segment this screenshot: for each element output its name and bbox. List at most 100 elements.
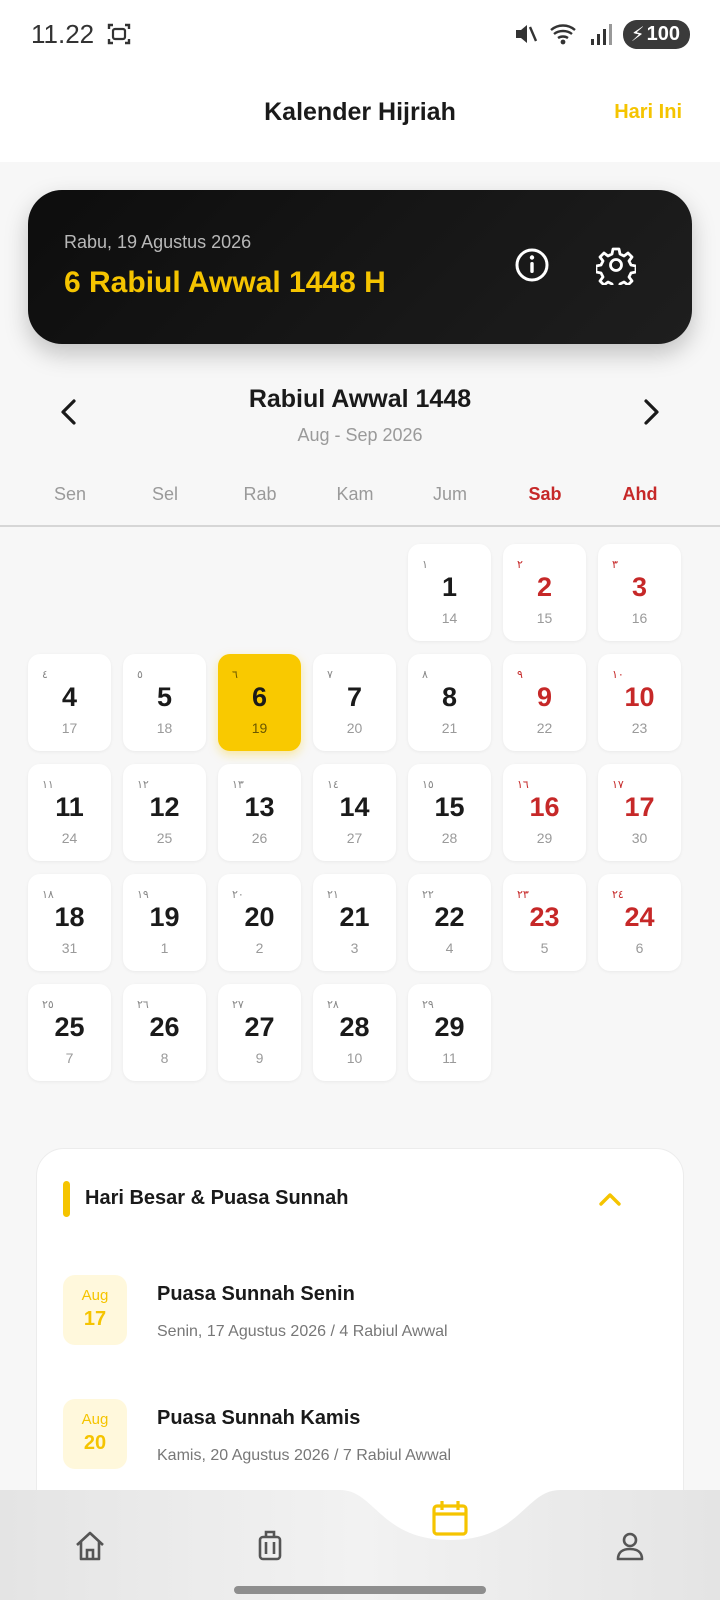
arabic-numeral: ٣: [612, 558, 618, 571]
luggage-icon[interactable]: [252, 1528, 288, 1564]
arabic-numeral: ٢٩: [422, 998, 434, 1011]
chevron-up-icon[interactable]: [595, 1185, 625, 1215]
calendar-day[interactable]: ٢٦ 26 8: [123, 984, 206, 1081]
gregorian-day-number: 23: [631, 720, 648, 736]
hijri-day-number: 1: [441, 572, 458, 602]
calendar-day[interactable]: ٢٤ 24 6: [598, 874, 681, 971]
calendar-day[interactable]: ٥ 5 18: [123, 654, 206, 751]
calendar-day[interactable]: ٢ 2 15: [503, 544, 586, 641]
hijri-day-number: 26: [149, 1012, 180, 1042]
hijri-day-number: 12: [149, 792, 180, 822]
arabic-numeral: ٢٥: [42, 998, 54, 1011]
calendar-day[interactable]: ١٠ 10 23: [598, 654, 681, 751]
screenshot-icon: [107, 23, 131, 45]
calendar-day[interactable]: ٤ 4 17: [28, 654, 111, 751]
calendar-day[interactable]: ١٣ 13 26: [218, 764, 301, 861]
profile-icon[interactable]: [612, 1528, 648, 1564]
calendar-day[interactable]: ١٧ 17 30: [598, 764, 681, 861]
arabic-numeral: ١٢: [137, 778, 149, 791]
calendar-day[interactable]: ٢٨ 28 10: [313, 984, 396, 1081]
arabic-numeral: ٦: [232, 668, 238, 681]
calendar-day[interactable]: ١ 1 14: [408, 544, 491, 641]
hijri-day-number: 18: [54, 902, 85, 932]
calendar-day[interactable]: ٩ 9 22: [503, 654, 586, 751]
calendar-day[interactable]: ١١ 11 24: [28, 764, 111, 861]
mute-icon: [515, 25, 537, 43]
gregorian-day-number: 1: [160, 940, 169, 956]
arabic-numeral: ٢٦: [137, 998, 149, 1011]
calendar-day[interactable]: ٨ 8 21: [408, 654, 491, 751]
gregorian-day-number: 25: [156, 830, 173, 846]
battery-leaf: ⚡: [630, 23, 645, 46]
calendar-day[interactable]: ١٤ 14 27: [313, 764, 396, 861]
calendar-day[interactable]: ٣ 3 16: [598, 544, 681, 641]
gregorian-day-number: 29: [536, 830, 553, 846]
status-left: 11.22: [31, 19, 132, 50]
arabic-numeral: ٢٨: [327, 998, 339, 1011]
gregorian-day-number: 3: [350, 940, 359, 956]
status-bar: 11.22 ⚡ 100: [0, 0, 720, 68]
weekday-label: Jum: [432, 484, 467, 504]
event-item[interactable]: Aug 17 Puasa Sunnah Senin Senin, 17 Agus…: [37, 1275, 685, 1375]
calendar-day[interactable]: ١٥ 15 28: [408, 764, 491, 861]
events-accent-bar: [63, 1181, 70, 1217]
calendar-day[interactable]: ٢٥ 25 7: [28, 984, 111, 1081]
events-title: Hari Besar & Puasa Sunnah: [85, 1187, 349, 1209]
event-item[interactable]: Aug 20 Puasa Sunnah Kamis Kamis, 20 Agus…: [37, 1399, 685, 1499]
hijri-day-number: 14: [339, 792, 370, 822]
bottom-navigation: [0, 1490, 720, 1600]
arabic-numeral: ٨: [422, 668, 428, 681]
calendar-day[interactable]: ٢١ 21 3: [313, 874, 396, 971]
chevron-right-icon[interactable]: [634, 396, 666, 428]
battery-icon: ⚡ 100: [622, 19, 690, 49]
divider: [0, 525, 720, 527]
calendar-day[interactable]: ٢٩ 29 11: [408, 984, 491, 1081]
calendar-day[interactable]: ٢٢ 22 4: [408, 874, 491, 971]
status-right: ⚡ 100: [513, 19, 690, 49]
settings-icon[interactable]: [596, 245, 636, 285]
hijri-day-number: 17: [624, 792, 655, 822]
calendar-day[interactable]: ١٩ 19 1: [123, 874, 206, 971]
calendar-day[interactable]: ١٦ 16 29: [503, 764, 586, 861]
hijri-day-number: 3: [631, 572, 648, 602]
calendar-icon[interactable]: [430, 1498, 470, 1538]
arabic-numeral: ١٤: [327, 778, 339, 791]
arabic-numeral: ١٦: [517, 778, 529, 791]
hijri-day-number: 11: [55, 792, 84, 822]
weekday-label: Sen: [53, 484, 87, 504]
arabic-numeral: ١: [422, 558, 428, 571]
event-description: Senin, 17 Agustus 2026 / 4 Rabiul Awwal: [157, 1323, 448, 1340]
today-button[interactable]: Hari Ini: [614, 101, 682, 124]
event-date-badge: Aug 17: [63, 1275, 127, 1345]
hijri-day-number: 20: [244, 902, 275, 932]
event-month: Aug: [81, 1287, 109, 1304]
gregorian-day-number: 16: [631, 610, 648, 626]
calendar-day[interactable]: ١٢ 12 25: [123, 764, 206, 861]
arabic-numeral: ٢: [517, 558, 523, 571]
calendar-day[interactable]: ٢٠ 20 2: [218, 874, 301, 971]
event-day: 17: [83, 1308, 107, 1330]
gregorian-day-number: 2: [255, 940, 264, 956]
weekday-label: Rab: [243, 484, 277, 504]
hijri-day-number: 6: [251, 682, 268, 712]
calendar-day[interactable]: ٢٧ 27 9: [218, 984, 301, 1081]
gregorian-day-number: 22: [536, 720, 553, 736]
gregorian-day-number: 7: [65, 1050, 74, 1066]
arabic-numeral: ١٩: [137, 888, 149, 901]
home-icon[interactable]: [72, 1528, 108, 1564]
arabic-numeral: ٤: [42, 668, 48, 681]
gregorian-day-number: 21: [441, 720, 458, 736]
app-header: Kalender Hijriah Hari Ini: [0, 68, 720, 162]
calendar-day[interactable]: ٧ 7 20: [313, 654, 396, 751]
gregorian-day-number: 15: [536, 610, 553, 626]
info-icon[interactable]: [512, 245, 552, 285]
calendar-day[interactable]: ١٨ 18 31: [28, 874, 111, 971]
wifi-icon: [549, 24, 576, 45]
page-title: Kalender Hijriah: [264, 98, 456, 126]
calendar-day-selected[interactable]: ٦ 6 19: [218, 654, 301, 751]
month-navigation: Rabiul Awwal 1448 Aug - Sep 2026: [0, 370, 720, 460]
event-month: Aug: [81, 1411, 109, 1428]
event-name: Puasa Sunnah Senin: [157, 1283, 355, 1305]
gregorian-day-number: 20: [346, 720, 363, 736]
calendar-day[interactable]: ٢٣ 23 5: [503, 874, 586, 971]
